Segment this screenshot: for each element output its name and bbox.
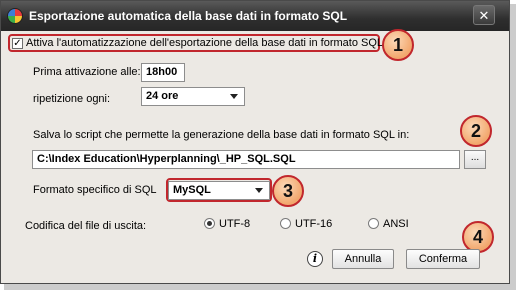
sql-format-dropdown[interactable]: MySQL xyxy=(168,181,270,200)
script-path-label: Salva lo script che permette la generazi… xyxy=(33,129,410,141)
annotation-badge-2: 2 xyxy=(460,115,492,147)
confirm-button[interactable]: Conferma xyxy=(406,249,480,269)
repeat-label: ripetizione ogni: xyxy=(33,93,111,105)
encoding-label: Codifica del file di uscita: xyxy=(25,220,147,232)
encoding-radio-utf16[interactable] xyxy=(280,218,291,229)
window-title: Esportazione automatica della base dati … xyxy=(29,9,348,23)
dialog-window: Esportazione automatica della base dati … xyxy=(0,0,510,284)
auto-export-checkbox[interactable]: ✓ xyxy=(12,38,23,49)
annotation-badge-3: 3 xyxy=(272,175,304,207)
encoding-option-ansi[interactable]: ANSI xyxy=(383,218,409,230)
chevron-down-icon xyxy=(230,94,238,99)
encoding-radio-ansi[interactable] xyxy=(368,218,379,229)
sql-format-label: Formato specifico di SQL xyxy=(33,184,157,196)
cancel-button[interactable]: Annulla xyxy=(332,249,394,269)
annotation-badge-1: 1 xyxy=(382,29,414,61)
dialog-content: ✓ Attiva l'automatizzazione dell'esporta… xyxy=(2,29,508,283)
close-button[interactable]: ✕ xyxy=(473,5,495,25)
first-activation-field[interactable]: 18h00 xyxy=(141,63,185,82)
repeat-dropdown[interactable]: 24 ore xyxy=(141,87,245,106)
encoding-option-utf8[interactable]: UTF-8 xyxy=(219,218,250,230)
browse-button[interactable]: ... xyxy=(464,150,486,169)
app-logo-icon xyxy=(7,8,23,24)
info-icon[interactable]: i xyxy=(307,251,323,267)
encoding-radio-utf8[interactable] xyxy=(204,218,215,229)
repeat-value: 24 ore xyxy=(146,90,179,102)
chevron-down-icon xyxy=(255,188,263,193)
encoding-option-utf16[interactable]: UTF-16 xyxy=(295,218,332,230)
auto-export-label: Attiva l'automatizzazione dell'esportazi… xyxy=(26,37,384,49)
first-activation-label: Prima attivazione alle: xyxy=(33,66,141,78)
sql-format-value: MySQL xyxy=(173,184,211,196)
title-bar[interactable]: Esportazione automatica della base dati … xyxy=(1,1,509,31)
script-path-field[interactable]: C:\Index Education\Hyperplanning\_HP_SQL… xyxy=(32,150,460,169)
